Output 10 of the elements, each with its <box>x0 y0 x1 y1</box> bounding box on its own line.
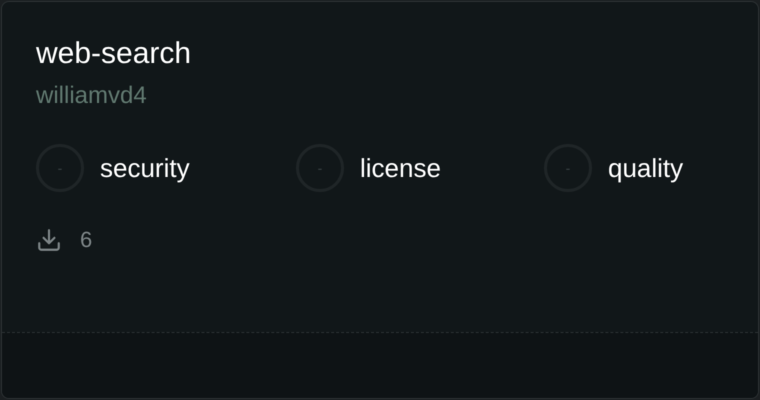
score-label: security <box>100 152 190 184</box>
score-ring: - <box>296 144 344 192</box>
score-ring: - <box>544 144 592 192</box>
score-label: license <box>360 152 441 184</box>
download-count: 6 <box>80 226 92 254</box>
score-label: quality <box>608 152 684 184</box>
package-title: web-search <box>36 36 192 72</box>
download-icon <box>36 227 62 253</box>
author-name: williamvd4 <box>36 81 147 111</box>
score-ring: - <box>36 144 84 192</box>
